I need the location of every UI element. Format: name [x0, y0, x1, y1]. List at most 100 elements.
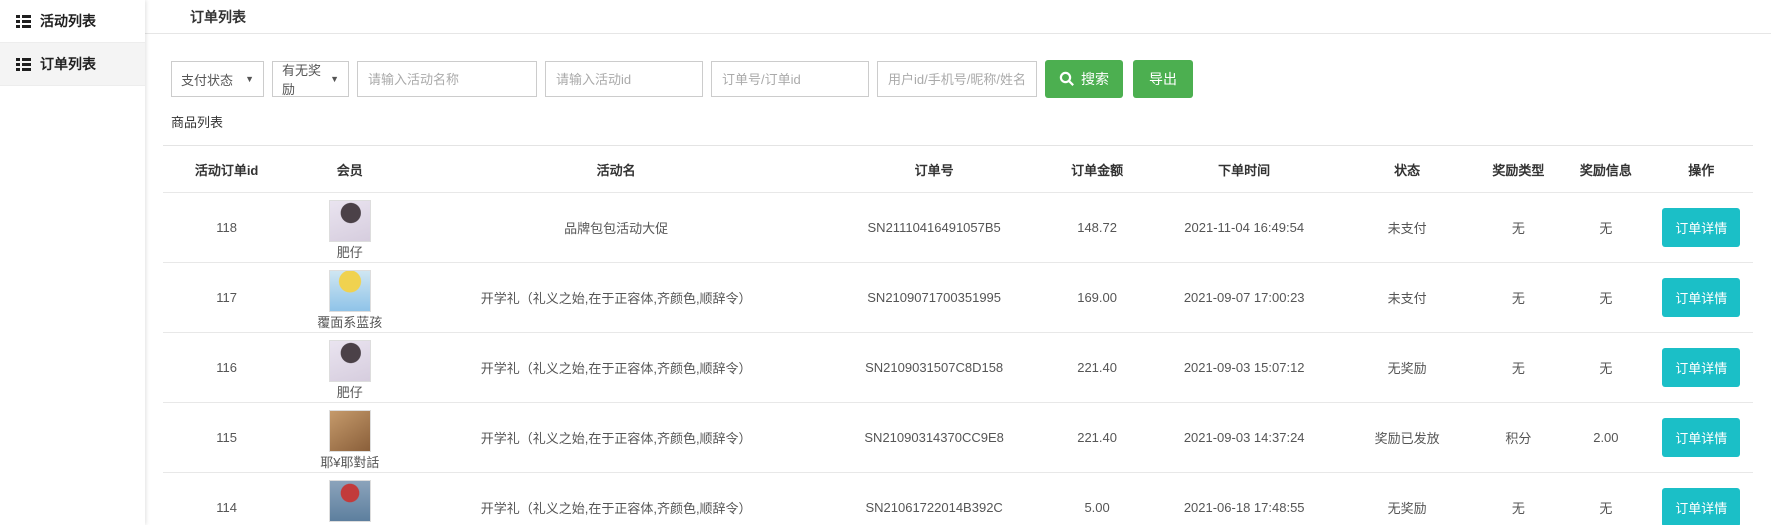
cell-member: 耶¥耶對話 [290, 403, 409, 473]
member-avatar [329, 340, 371, 382]
cell-time: 2021-09-03 15:07:12 [1149, 333, 1340, 403]
cell-reward-type: 积分 [1475, 403, 1562, 473]
member-name: 肥仔 [290, 244, 409, 261]
cell-member: 肥仔 [290, 193, 409, 263]
search-button-label: 搜索 [1081, 69, 1109, 89]
cell-amount: 5.00 [1045, 473, 1148, 525]
cell-reward-info: 无 [1562, 333, 1649, 403]
cell-action: 订单详情 [1650, 333, 1753, 403]
col-header-status: 状态 [1340, 146, 1475, 193]
col-header-member: 会员 [290, 146, 409, 193]
member-name: 肥仔 [290, 384, 409, 401]
cell-reward-info: 无 [1562, 263, 1649, 333]
cell-action: 订单详情 [1650, 193, 1753, 263]
order-detail-button[interactable]: 订单详情 [1662, 348, 1740, 387]
cell-action: 订单详情 [1650, 473, 1753, 525]
app-root: 活动列表 订单列表 订单列表 支付状态 ▼ 有无奖励 ▼ [0, 0, 1771, 525]
cell-action: 订单详情 [1650, 263, 1753, 333]
sidebar-item-label: 订单列表 [40, 54, 96, 74]
chevron-down-icon: ▼ [245, 74, 254, 84]
order-no-input[interactable] [711, 61, 869, 97]
list-icon [16, 58, 31, 71]
filter-bar: 支付状态 ▼ 有无奖励 ▼ 搜索 导出 [171, 60, 1771, 98]
cell-activity-name: 开学礼（礼义之始,在于正容体,齐颜色,顺辞令） [409, 473, 822, 525]
col-header-order-id: 活动订单id [163, 146, 290, 193]
cell-order-no: SN2109071700351995 [823, 263, 1046, 333]
col-header-action: 操作 [1650, 146, 1753, 193]
sidebar-item-order-list[interactable]: 订单列表 [0, 43, 145, 86]
cell-amount: 221.40 [1045, 403, 1148, 473]
activity-name-input[interactable] [357, 61, 537, 97]
cell-status: 未支付 [1340, 263, 1475, 333]
order-detail-button[interactable]: 订单详情 [1662, 488, 1740, 525]
table-row: 116 肥仔 开学礼（礼义之始,在于正容体,齐颜色,顺辞令） SN2109031… [163, 333, 1753, 403]
cell-amount: 148.72 [1045, 193, 1148, 263]
cell-status: 无奖励 [1340, 473, 1475, 525]
table-row: 118 肥仔 品牌包包活动大促 SN21110416491057B5 148.7… [163, 193, 1753, 263]
pay-status-select-value: 支付状态 [181, 70, 233, 89]
cell-member: 肥仔 [290, 333, 409, 403]
cell-order-no: SN21090314370CC9E8 [823, 403, 1046, 473]
member-avatar [329, 270, 371, 312]
export-button-label: 导出 [1149, 69, 1177, 89]
cell-reward-info: 2.00 [1562, 403, 1649, 473]
col-header-amount: 订单金额 [1045, 146, 1148, 193]
cell-reward-type: 无 [1475, 263, 1562, 333]
table-row: 114 carrot 开学礼（礼义之始,在于正容体,齐颜色,顺辞令） SN210… [163, 473, 1753, 525]
sidebar: 活动列表 订单列表 [0, 0, 145, 525]
search-button[interactable]: 搜索 [1045, 60, 1123, 98]
cell-time: 2021-11-04 16:49:54 [1149, 193, 1340, 263]
member-avatar [329, 200, 371, 242]
cell-reward-type: 无 [1475, 333, 1562, 403]
page-title: 订单列表 [145, 7, 246, 27]
cell-status: 未支付 [1340, 193, 1475, 263]
chevron-down-icon: ▼ [330, 74, 339, 84]
cell-activity-name: 开学礼（礼义之始,在于正容体,齐颜色,顺辞令） [409, 263, 822, 333]
cell-reward-info: 无 [1562, 473, 1649, 525]
has-reward-select[interactable]: 有无奖励 ▼ [272, 61, 349, 97]
table-row: 115 耶¥耶對話 开学礼（礼义之始,在于正容体,齐颜色,顺辞令） SN2109… [163, 403, 1753, 473]
cell-member: carrot [290, 473, 409, 525]
col-header-reward-type: 奖励类型 [1475, 146, 1562, 193]
cell-time: 2021-09-03 14:37:24 [1149, 403, 1340, 473]
col-header-time: 下单时间 [1149, 146, 1340, 193]
cell-amount: 221.40 [1045, 333, 1148, 403]
activity-id-input[interactable] [545, 61, 703, 97]
pay-status-select[interactable]: 支付状态 ▼ [171, 61, 264, 97]
member-avatar [329, 480, 371, 522]
cell-activity-name: 品牌包包活动大促 [409, 193, 822, 263]
cell-member: 覆面系蓝孩 [290, 263, 409, 333]
table-row: 117 覆面系蓝孩 开学礼（礼义之始,在于正容体,齐颜色,顺辞令） SN2109… [163, 263, 1753, 333]
member-name: 耶¥耶對話 [290, 454, 409, 471]
sidebar-item-label: 活动列表 [40, 11, 96, 31]
sidebar-item-activity-list[interactable]: 活动列表 [0, 0, 145, 43]
main-content: 订单列表 支付状态 ▼ 有无奖励 ▼ 搜索 [145, 0, 1771, 525]
user-search-input[interactable] [877, 61, 1037, 97]
has-reward-select-value: 有无奖励 [282, 60, 322, 98]
cell-order-no: SN2109031507C8D158 [823, 333, 1046, 403]
search-icon [1059, 71, 1075, 87]
col-header-order-no: 订单号 [823, 146, 1046, 193]
cell-order-id: 118 [163, 193, 290, 263]
order-detail-button[interactable]: 订单详情 [1662, 278, 1740, 317]
page-header: 订单列表 [145, 0, 1771, 34]
cell-time: 2021-06-18 17:48:55 [1149, 473, 1340, 525]
list-icon [16, 15, 31, 28]
order-detail-button[interactable]: 订单详情 [1662, 208, 1740, 247]
col-header-activity: 活动名 [409, 146, 822, 193]
cell-time: 2021-09-07 17:00:23 [1149, 263, 1340, 333]
member-avatar [329, 410, 371, 452]
cell-order-no: SN21061722014B392C [823, 473, 1046, 525]
cell-amount: 169.00 [1045, 263, 1148, 333]
cell-status: 奖励已发放 [1340, 403, 1475, 473]
member-name: 覆面系蓝孩 [290, 314, 409, 331]
cell-order-id: 117 [163, 263, 290, 333]
cell-order-id: 115 [163, 403, 290, 473]
cell-order-id: 114 [163, 473, 290, 525]
cell-reward-type: 无 [1475, 473, 1562, 525]
cell-action: 订单详情 [1650, 403, 1753, 473]
order-detail-button[interactable]: 订单详情 [1662, 418, 1740, 457]
cell-activity-name: 开学礼（礼义之始,在于正容体,齐颜色,顺辞令） [409, 333, 822, 403]
export-button[interactable]: 导出 [1133, 60, 1193, 98]
cell-status: 无奖励 [1340, 333, 1475, 403]
